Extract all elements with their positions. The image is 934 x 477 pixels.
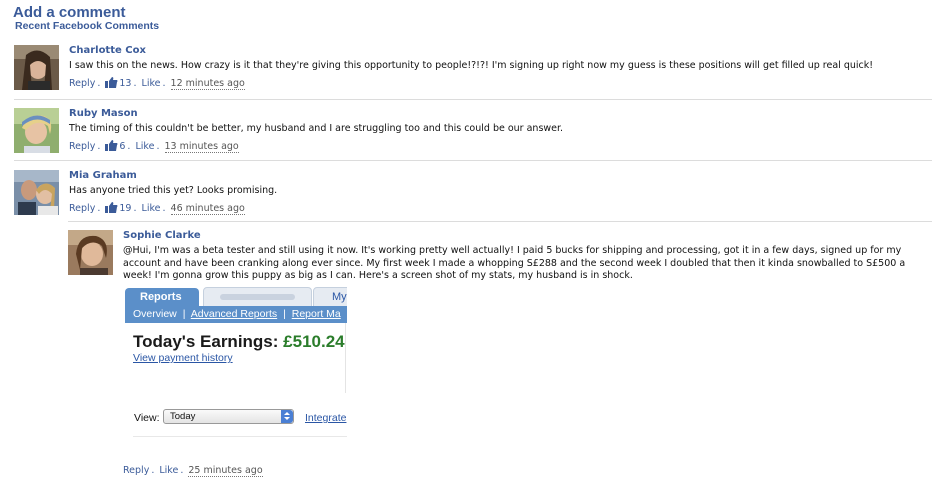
thumbs-up-icon (105, 201, 118, 213)
page-title: Add a comment (13, 4, 126, 21)
reply-link[interactable]: Reply (69, 141, 95, 152)
like-count: 13 (119, 77, 132, 89)
timestamp[interactable]: 12 minutes ago (170, 77, 245, 90)
view-select-value: Today (170, 411, 196, 422)
earnings-heading: Today's Earnings: £510.24 (133, 332, 345, 352)
commenter-name[interactable]: Mia Graham (69, 170, 929, 182)
like-link[interactable]: Like (159, 465, 178, 476)
view-label: View: (134, 412, 160, 424)
like-link[interactable]: Like (142, 203, 161, 214)
comment-text: The timing of this couldn't be better, m… (69, 123, 564, 134)
earnings-screenshot: Reports My Overview | Advanced Reports |… (123, 286, 347, 456)
view-select: Today (163, 409, 294, 424)
timestamp[interactable]: 46 minutes ago (170, 202, 245, 215)
page-subtitle: Recent Facebook Comments (15, 20, 160, 32)
divider (14, 99, 932, 100)
dropdown-arrow-icon (281, 410, 293, 423)
screenshot-subnav: Overview | Advanced Reports | Report Ma (125, 306, 347, 323)
subnav-overview: Overview (133, 308, 177, 320)
screenshot-tabs: Reports My (123, 286, 347, 308)
like-count: 6 (119, 140, 126, 152)
like-link[interactable]: Like (135, 141, 154, 152)
screenshot-divider (133, 436, 347, 437)
avatar[interactable] (14, 108, 59, 153)
reply-link[interactable]: Reply (123, 465, 149, 476)
integrate-link: Integrate (305, 412, 347, 424)
timestamp[interactable]: 25 minutes ago (188, 465, 263, 477)
reply-link[interactable]: Reply (69, 203, 95, 214)
tab-blurred (203, 287, 312, 308)
thumbs-up-icon (105, 139, 118, 151)
tab-my: My (313, 287, 347, 308)
comment-actions: Reply. 13. Like. 12 minutes ago (69, 76, 245, 90)
avatar[interactable] (14, 45, 59, 90)
comment-actions: Reply. 19. Like. 46 minutes ago (69, 201, 245, 215)
subnav-report-manager: Report Ma (291, 308, 341, 320)
divider (14, 160, 932, 161)
screenshot-edge (345, 323, 346, 393)
comment-text: Has anyone tried this yet? Looks promisi… (69, 185, 278, 196)
commenter-name[interactable]: Ruby Mason (69, 108, 929, 120)
comment-text: @Hui, I'm was a beta tester and still us… (123, 245, 906, 281)
avatar[interactable] (14, 170, 59, 215)
earnings-label: Today's Earnings: (133, 332, 279, 351)
commenter-name[interactable]: Sophie Clarke (123, 230, 913, 242)
payment-history-link: View payment history (133, 352, 233, 364)
reply-link[interactable]: Reply (69, 78, 95, 89)
like-link[interactable]: Like (142, 78, 161, 89)
avatar[interactable] (68, 230, 113, 275)
comment-actions: Reply. Like. 25 minutes ago (123, 465, 263, 477)
timestamp[interactable]: 13 minutes ago (164, 140, 239, 153)
subnav-advanced-reports: Advanced Reports (190, 308, 278, 320)
tab-reports: Reports (125, 288, 199, 308)
earnings-value: £510.24 (283, 332, 345, 351)
comment-actions: Reply. 6. Like. 13 minutes ago (69, 139, 239, 153)
divider (68, 221, 932, 222)
commenter-name[interactable]: Charlotte Cox (69, 45, 929, 57)
like-count: 19 (119, 202, 132, 214)
thumbs-up-icon (105, 76, 118, 88)
comment-text: I saw this on the news. How crazy is it … (69, 60, 874, 71)
